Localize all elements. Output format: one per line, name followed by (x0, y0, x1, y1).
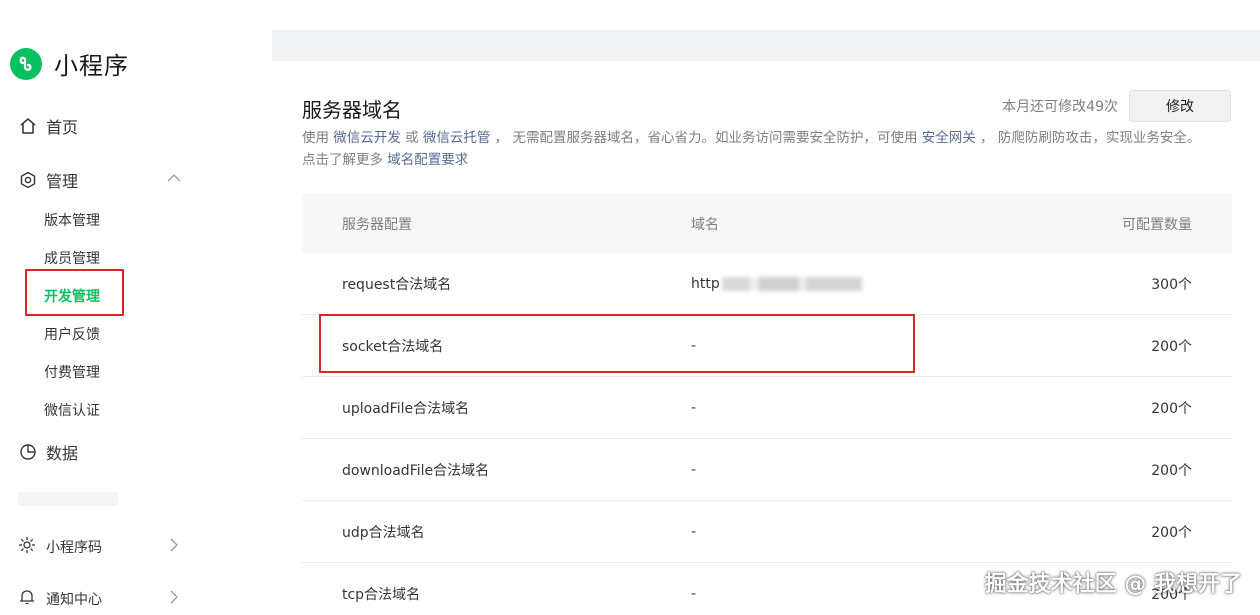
sun-code-icon (18, 536, 36, 558)
desc-text: ， 防爬防刷防攻击，实现业务安全。 (975, 130, 1201, 146)
domain-table: 服务器配置 域名 可配置数量 request合法域名 http 300个 soc… (302, 194, 1232, 615)
cloud-host-link[interactable]: 微信云托管 (423, 130, 491, 146)
table-row: udp合法域名 - 200个 (302, 501, 1232, 563)
sidebar-item-manage[interactable]: 管理 (0, 168, 272, 192)
sidebar-item-version[interactable]: 版本管理 (44, 210, 100, 230)
row-domain: - (691, 585, 697, 602)
desc-text: 或 (400, 130, 423, 146)
sidebar-item-payment[interactable]: 付费管理 (44, 362, 100, 382)
sidebar-item-label: 通知中心 (46, 592, 102, 608)
brand[interactable]: 小程序 (10, 46, 129, 81)
bell-icon (18, 588, 36, 610)
description: 使用 微信云开发 或 微信云托管 ， 无需配置服务器域名，省心省力。如业务访问需… (302, 127, 1252, 171)
row-domain: - (691, 399, 697, 416)
table-row: request合法域名 http 300个 (302, 253, 1232, 315)
miniprogram-logo-icon (10, 47, 42, 80)
brand-name: 小程序 (54, 52, 129, 80)
row-count: 300个 (1151, 276, 1192, 293)
table-row: downloadFile合法域名 - 200个 (302, 439, 1232, 501)
desc-text: ， 无需配置服务器域名，省心省力。如业务访问需要安全防护，可使用 (490, 130, 922, 146)
row-name: downloadFile合法域名 (342, 462, 490, 479)
domain-requirements-link[interactable]: 域名配置要求 (387, 152, 468, 168)
sidebar-item-data[interactable]: 数据 (0, 440, 272, 464)
cloud-dev-link[interactable]: 微信云开发 (333, 130, 401, 146)
sidebar-item-feedback[interactable]: 用户反馈 (44, 324, 100, 344)
sidebar-item-label: 管理 (46, 172, 79, 191)
sidebar: 小程序 首页 管理 版本管理 成员管理 开发管理 用户反馈 付费管理 微信认证 … (0, 0, 272, 615)
chevron-up-icon[interactable] (166, 170, 182, 190)
row-count: 200个 (1151, 524, 1192, 541)
blurred-domain (721, 276, 862, 291)
watermark: 掘金技术社区 @ 我想开了 (984, 572, 1242, 597)
gear-icon (18, 170, 38, 190)
faded-item (18, 492, 118, 506)
row-domain: - (691, 523, 697, 540)
sidebar-item-label: 首页 (46, 118, 79, 137)
row-name: udp合法域名 (342, 524, 425, 541)
section-title: 服务器域名 (302, 98, 402, 122)
security-gateway-link[interactable]: 安全网关 (922, 130, 976, 146)
sidebar-item-home[interactable]: 首页 (0, 114, 272, 138)
row-name: uploadFile合法域名 (342, 400, 470, 417)
edit-button[interactable]: 修改 (1129, 90, 1231, 122)
header-config: 服务器配置 (342, 216, 412, 233)
sidebar-item-verify[interactable]: 微信认证 (44, 400, 100, 420)
table-header: 服务器配置 域名 可配置数量 (302, 194, 1232, 253)
highlight-box (319, 314, 915, 373)
server-domain-card: 服务器域名 本月还可修改49次 修改 使用 微信云开发 或 微信云托管 ， 无需… (272, 61, 1260, 615)
desc-text: 点击了解更多 (302, 152, 388, 168)
row-count: 200个 (1151, 400, 1192, 417)
header-count: 可配置数量 (1122, 216, 1192, 233)
row-name: tcp合法域名 (342, 586, 421, 603)
chevron-right-icon (166, 589, 182, 609)
desc-text: 使用 (302, 130, 334, 146)
sidebar-item-notify[interactable]: 通知中心 (0, 588, 272, 610)
sidebar-item-qrcode[interactable]: 小程序码 (0, 536, 272, 558)
table-row: uploadFile合法域名 - 200个 (302, 377, 1232, 439)
highlight-box (25, 269, 124, 316)
row-domain: - (691, 461, 697, 478)
top-card (272, 0, 1260, 30)
sidebar-item-label: 小程序码 (46, 540, 102, 556)
chevron-right-icon (166, 537, 182, 557)
pie-chart-icon (18, 442, 38, 462)
header-domain: 域名 (691, 216, 719, 233)
remaining-count: 本月还可修改49次 (1002, 99, 1118, 115)
row-name: request合法域名 (342, 276, 452, 293)
row-count: 200个 (1151, 462, 1192, 479)
row-domain: http (691, 276, 1021, 292)
row-domain-text: http (691, 275, 720, 292)
row-count: 200个 (1151, 338, 1192, 355)
sidebar-item-label: 数据 (46, 444, 79, 463)
sidebar-item-members[interactable]: 成员管理 (44, 248, 100, 268)
home-icon (18, 116, 38, 136)
